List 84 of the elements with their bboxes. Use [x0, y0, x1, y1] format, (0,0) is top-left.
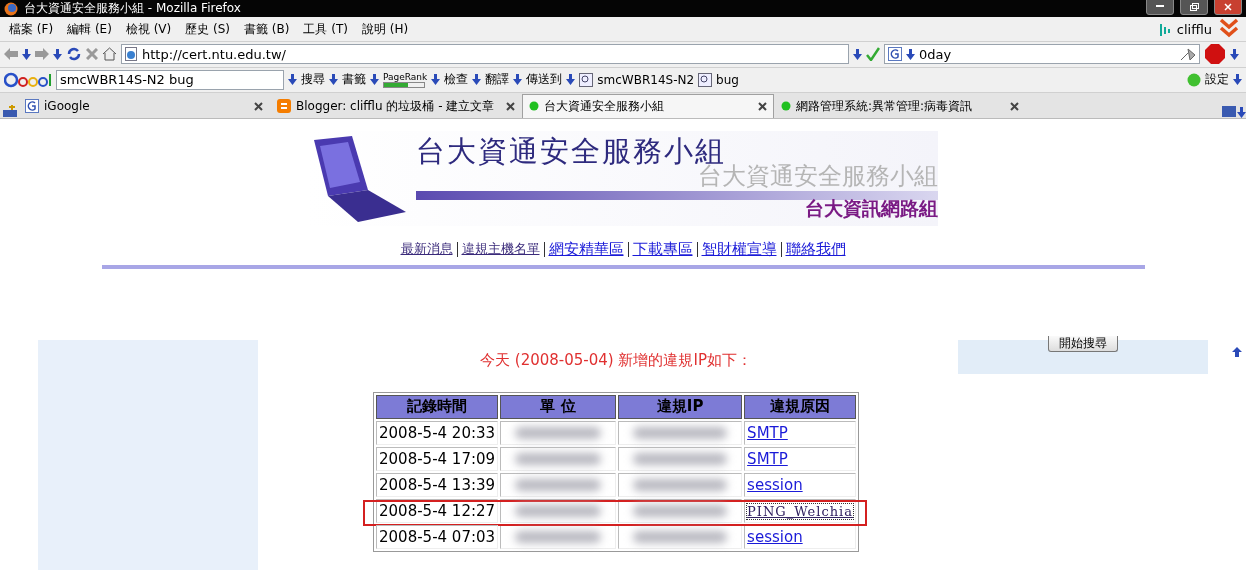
nav-link[interactable]: 下載專區 — [632, 240, 693, 259]
dropdown-arrow-icon[interactable] — [288, 74, 297, 86]
toolbar-button[interactable]: 傳送到 — [526, 71, 563, 89]
status-icon — [1187, 73, 1201, 87]
dropdown-arrow-icon[interactable] — [370, 74, 379, 86]
page-icon — [125, 47, 138, 62]
dropdown-arrow-icon[interactable] — [22, 49, 31, 60]
close-icon — [1224, 2, 1232, 11]
close-icon[interactable] — [506, 102, 515, 111]
dropdown-arrow-icon[interactable] — [431, 74, 441, 86]
restore-button[interactable] — [1180, 0, 1208, 15]
dropdown-arrow-icon[interactable] — [566, 74, 576, 86]
search-button[interactable]: 開始搜尋 — [1048, 336, 1118, 352]
menu-item[interactable]: 書籤 (B) — [239, 20, 295, 38]
window-title: 台大資通安全服務小組 - Mozilla Firefox — [24, 0, 242, 17]
table-cell: 2008-5-4 13:39 — [376, 473, 499, 497]
close-icon[interactable] — [254, 102, 263, 111]
highlight-term[interactable]: smcWBR14S-N2 — [597, 73, 695, 87]
browser-tab[interactable]: 台大資通安全服務小組 — [522, 94, 774, 118]
check-icon[interactable] — [866, 47, 880, 62]
search-field[interactable]: 0day — [884, 44, 1200, 65]
home-icon[interactable] — [102, 47, 117, 62]
menu-item[interactable]: 說明 (H) — [357, 20, 414, 38]
new-tab-icon[interactable] — [2, 104, 18, 118]
status-dot-icon — [781, 101, 791, 112]
dropdown-arrow-icon[interactable] — [472, 74, 482, 86]
table-cell: 2008-5-4 07:03 — [376, 525, 499, 549]
status-dot-icon — [529, 101, 539, 112]
close-button[interactable] — [1214, 0, 1242, 15]
toolbar-button[interactable]: 翻譯 — [485, 71, 510, 89]
minimize-icon — [1156, 5, 1164, 8]
magnifier-icon[interactable] — [698, 73, 713, 87]
address-field[interactable]: http://cert.ntu.edu.tw/ — [121, 44, 849, 65]
highlight-term[interactable]: bug — [716, 73, 739, 87]
nav-link[interactable]: 聯絡我們 — [785, 240, 846, 259]
column-header: 記錄時間 — [376, 395, 499, 419]
dropdown-arrow-icon[interactable] — [53, 49, 62, 60]
column-header: 違規IP — [618, 395, 743, 419]
equalizer-icon — [1158, 22, 1173, 36]
minimize-button[interactable] — [1146, 0, 1174, 15]
dropdown-arrow-icon[interactable] — [1230, 49, 1239, 60]
nav-link[interactable]: 最新消息 — [400, 240, 453, 259]
tab-list-icon[interactable] — [1221, 104, 1237, 118]
restore-icon — [1189, 2, 1199, 11]
pagerank-meter: PageRank — [383, 72, 428, 88]
google-search-field[interactable]: smcWBR14S-N2 bug — [56, 70, 284, 90]
account-name[interactable]: clifflu — [1176, 21, 1212, 37]
nav-link[interactable]: 網安精華區 — [548, 240, 624, 259]
dropdown-arrow-icon[interactable] — [329, 74, 338, 86]
google-favicon-icon — [25, 99, 39, 114]
nav-link[interactable]: 智財權宣導 — [701, 240, 777, 259]
magnifier-icon[interactable] — [579, 73, 594, 87]
dropdown-arrow-icon[interactable] — [853, 49, 862, 60]
column-header: 違規原因 — [744, 395, 856, 419]
toolbar-button[interactable]: 檢查 — [444, 71, 469, 89]
toolbar-button[interactable]: 書籤 — [342, 71, 366, 89]
scroll-up-icon[interactable] — [1232, 347, 1242, 357]
close-icon[interactable] — [1010, 102, 1019, 111]
menu-item[interactable]: 編輯 (E) — [62, 20, 117, 38]
settings-button[interactable]: 設定 — [1205, 71, 1229, 89]
firefox-logo-icon — [4, 1, 18, 16]
menu-item[interactable]: 檔案 (F) — [4, 20, 59, 38]
column-header: 單 位 — [500, 395, 617, 419]
blogger-favicon-icon — [277, 99, 291, 114]
table-cell: 2008-5-4 17:09 — [376, 447, 499, 471]
table-cell: 2008-5-4 20:33 — [376, 421, 499, 445]
toolbar-button[interactable]: 搜尋 — [301, 71, 325, 89]
dropdown-arrow-icon[interactable] — [513, 74, 523, 86]
menu-item[interactable]: 檢視 (V) — [120, 20, 177, 38]
google-logo-icon — [4, 72, 52, 88]
adblock-icon[interactable] — [1204, 43, 1226, 66]
dropdown-arrow-icon[interactable] — [906, 49, 915, 60]
dropdown-arrow-icon[interactable] — [1237, 107, 1246, 118]
close-icon[interactable] — [758, 102, 767, 111]
banner-shadow-title: 台大資通安全服務小組 — [698, 163, 938, 189]
menu-item[interactable]: 工具 (T) — [298, 20, 353, 38]
nav-link[interactable]: 違規主機名單 — [461, 240, 540, 259]
menu-item[interactable]: 歷史 (S) — [180, 20, 236, 38]
notice-text: 今天 (2008-05-04) 新增的違規IP如下： — [480, 351, 752, 370]
google-icon — [888, 47, 902, 62]
broom-icon[interactable] — [1180, 47, 1196, 62]
dropdown-arrow-icon[interactable] — [1233, 74, 1242, 86]
reload-icon[interactable] — [66, 47, 82, 62]
banner-subtitle: 台大資訊網路組 — [805, 196, 938, 221]
